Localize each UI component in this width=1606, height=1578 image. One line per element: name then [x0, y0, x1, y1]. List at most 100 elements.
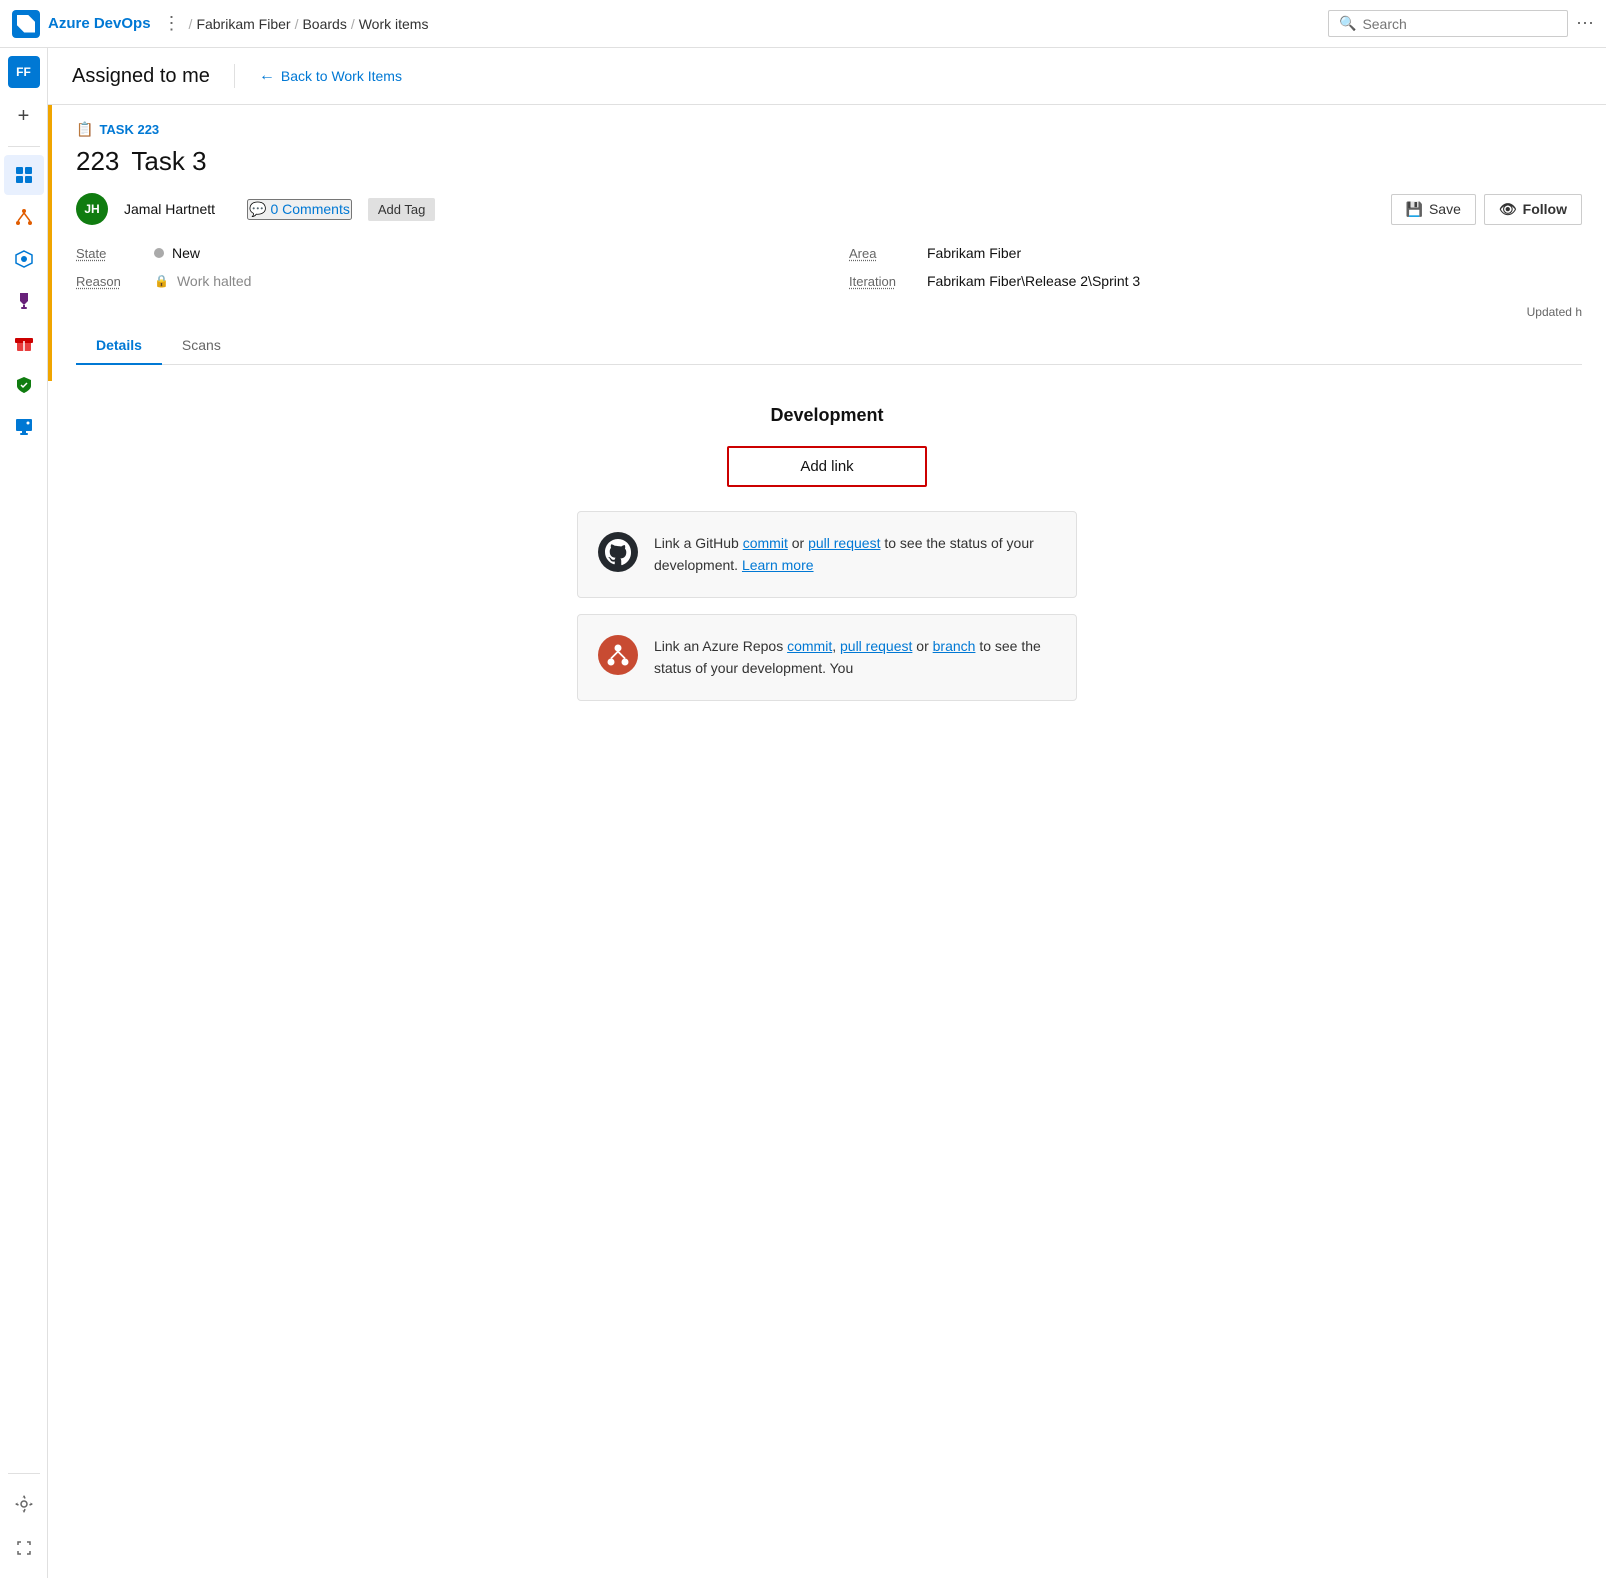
azure-branch-link[interactable]: branch — [933, 638, 976, 654]
nav-overflow-icon[interactable]: ⋯ — [1576, 13, 1594, 34]
sidebar-item-artifacts[interactable] — [4, 323, 44, 363]
task-tag-row: 📋 TASK 223 — [76, 121, 1582, 138]
tab-scans[interactable]: Scans — [162, 327, 241, 365]
save-button[interactable]: 💾 Save — [1391, 194, 1476, 225]
content-area: Assigned to me ← Back to Work Items 📋 TA… — [48, 48, 1606, 1578]
pipelines-icon — [14, 249, 34, 269]
repos-icon — [14, 207, 34, 227]
search-input[interactable] — [1362, 16, 1557, 32]
testplans-icon — [14, 291, 34, 311]
sidebar-item-repos[interactable] — [4, 197, 44, 237]
follow-button[interactable]: 👁 Follow — [1484, 194, 1582, 225]
task-tag-icon: 📋 — [76, 121, 93, 138]
security-icon — [14, 375, 34, 395]
sidebar-item-testplans[interactable] — [4, 281, 44, 321]
add-icon: + — [18, 105, 30, 128]
tabs-row: Details Scans — [76, 327, 1582, 365]
item-content: 📋 TASK 223 223 Task 3 JH Jamal Hartnett … — [52, 105, 1606, 381]
back-label: Back to Work Items — [281, 68, 402, 84]
reason-field-row: Reason 🔒 Work halted — [76, 273, 809, 289]
assignee-row: JH Jamal Hartnett 💬 0 Comments Add Tag 💾… — [76, 193, 1582, 225]
lock-icon: 🔒 — [154, 274, 169, 288]
github-pr-link[interactable]: pull request — [808, 535, 880, 551]
nav-sep-2: / — [295, 16, 299, 32]
sidebar-bottom — [4, 1465, 44, 1578]
task-title-row: 223 Task 3 — [76, 146, 1582, 177]
reason-label: Reason — [76, 274, 146, 289]
back-to-work-items-button[interactable]: ← Back to Work Items — [259, 67, 402, 85]
nav-more-icon[interactable]: ⋮ — [163, 13, 181, 34]
sidebar-divider-2 — [8, 1473, 40, 1474]
task-number: 223 — [76, 146, 119, 177]
sidebar-item-deploy[interactable] — [4, 407, 44, 447]
development-title: Development — [577, 405, 1077, 426]
github-dev-card: Link a GitHub commit or pull request to … — [577, 511, 1077, 598]
settings-icon — [14, 1494, 34, 1514]
page-title: Assigned to me — [72, 65, 210, 88]
area-label: Area — [849, 246, 919, 261]
iteration-field-row: Iteration Fabrikam Fiber\Release 2\Sprin… — [849, 273, 1582, 289]
app-name: Azure DevOps — [48, 15, 151, 32]
task-tag-label[interactable]: TASK 223 — [99, 122, 159, 137]
task-name[interactable]: Task 3 — [131, 146, 206, 177]
sidebar-item-pipelines[interactable] — [4, 239, 44, 279]
comments-button[interactable]: 💬 0 Comments — [247, 199, 352, 220]
github-card-text: Link a GitHub commit or pull request to … — [654, 532, 1056, 577]
page-header: Assigned to me ← Back to Work Items — [48, 48, 1606, 105]
sidebar-divider-1 — [8, 146, 40, 147]
updated-text: Updated h — [1527, 305, 1582, 319]
comments-count: 0 Comments — [270, 201, 349, 217]
add-tag-button[interactable]: Add Tag — [368, 198, 435, 221]
azure-repos-dev-card: Link an Azure Repos commit, pull request… — [577, 614, 1077, 701]
tab-details[interactable]: Details — [76, 327, 162, 365]
back-arrow-icon: ← — [259, 67, 275, 85]
deploy-icon — [14, 417, 34, 437]
sidebar-item-boards[interactable] — [4, 155, 44, 195]
updated-row: Updated h — [76, 305, 1582, 319]
fields-grid: State New Area Fabrikam Fiber Reason 🔒 W… — [76, 245, 1582, 289]
iteration-value[interactable]: Fabrikam Fiber\Release 2\Sprint 3 — [927, 273, 1140, 289]
azure-repos-card-text: Link an Azure Repos commit, pull request… — [654, 635, 1056, 680]
search-icon: 🔍 — [1339, 15, 1356, 32]
github-icon — [598, 532, 638, 572]
github-commit-link[interactable]: commit — [743, 535, 788, 551]
reason-value[interactable]: Work halted — [177, 273, 251, 289]
user-avatar[interactable]: FF — [8, 56, 40, 88]
top-nav: Azure DevOps ⋮ / Fabrikam Fiber / Boards… — [0, 0, 1606, 48]
azure-repos-icon — [598, 635, 638, 675]
state-dot-icon — [154, 248, 164, 258]
state-field-row: State New — [76, 245, 809, 261]
boards-icon — [14, 165, 34, 185]
nav-crumb-workitems[interactable]: Work items — [359, 16, 429, 32]
sidebar-item-add[interactable]: + — [4, 96, 44, 136]
area-value[interactable]: Fabrikam Fiber — [927, 245, 1021, 261]
sidebar-item-expand[interactable] — [4, 1528, 44, 1568]
sidebar-item-settings[interactable] — [4, 1484, 44, 1524]
state-value[interactable]: New — [172, 245, 200, 261]
development-section: Development Add link Link a GitHub commi… — [577, 405, 1077, 701]
sidebar-item-security[interactable] — [4, 365, 44, 405]
add-link-button[interactable]: Add link — [727, 446, 927, 487]
save-icon: 💾 — [1406, 201, 1423, 218]
search-box[interactable]: 🔍 — [1328, 10, 1568, 37]
expand-icon — [14, 1538, 34, 1558]
nav-sep-1: / — [189, 16, 193, 32]
azure-commit-link[interactable]: commit — [787, 638, 832, 654]
tab-content-details: Development Add link Link a GitHub commi… — [48, 381, 1606, 741]
logo: Azure DevOps — [12, 10, 151, 38]
azure-pr-link[interactable]: pull request — [840, 638, 912, 654]
iteration-label: Iteration — [849, 274, 919, 289]
nav-crumb-fabrikam[interactable]: Fabrikam Fiber — [196, 16, 290, 32]
comments-icon: 💬 — [249, 201, 266, 218]
work-item: 📋 TASK 223 223 Task 3 JH Jamal Hartnett … — [48, 105, 1606, 381]
sidebar: FF + — [0, 48, 48, 1578]
header-divider — [234, 64, 235, 88]
nav-crumb-boards[interactable]: Boards — [302, 16, 346, 32]
github-learn-more-link[interactable]: Learn more — [742, 557, 814, 573]
item-wrapper: 📋 TASK 223 223 Task 3 JH Jamal Hartnett … — [48, 105, 1606, 381]
assignee-avatar: JH — [76, 193, 108, 225]
artifacts-icon — [14, 333, 34, 353]
action-buttons: 💾 Save 👁 Follow — [1391, 194, 1582, 225]
area-field-row: Area Fabrikam Fiber — [849, 245, 1582, 261]
follow-icon: 👁 — [1499, 201, 1517, 218]
